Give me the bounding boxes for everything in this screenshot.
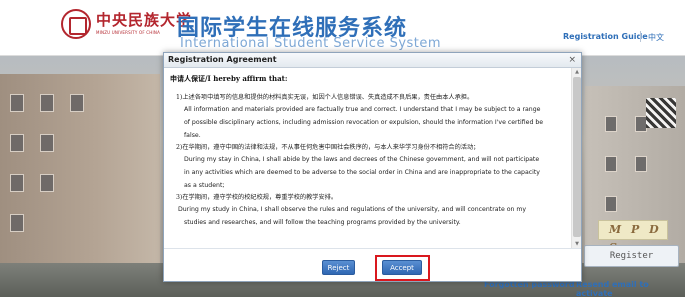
clause-en-line: as a student; (184, 182, 225, 189)
scroll-down-arrow-icon[interactable]: ▼ (573, 240, 581, 248)
dialog-header: Registration Agreement × (164, 53, 581, 68)
language-toggle-link[interactable]: 中文 (648, 32, 664, 43)
building-window (10, 134, 24, 152)
dialog-footer: Reject Accept (164, 248, 581, 281)
registration-agreement-dialog: Registration Agreement × 申请人保证/I hereby … (163, 52, 582, 282)
registration-guide-link[interactable]: Registration Guide (563, 32, 648, 41)
scroll-up-arrow-icon[interactable]: ▲ (573, 68, 581, 76)
clause-en-line: false. (184, 132, 201, 139)
clause-en-line: studies and researches, and will follow … (184, 219, 461, 226)
building-window (40, 174, 54, 192)
building-window (10, 174, 24, 192)
building-window (605, 196, 617, 212)
scroll-thumb[interactable] (573, 77, 581, 237)
agreement-heading: 申请人保证/I hereby affirm that: (170, 74, 288, 83)
close-icon[interactable]: × (568, 54, 576, 66)
building-window (70, 94, 84, 112)
university-seal-icon (61, 9, 91, 39)
reject-button[interactable]: Reject (322, 260, 355, 275)
building-window (40, 94, 54, 112)
clause-cn: 2)在华期间，遵守中国的法律和法规，不从事任何危害中国社会秩序的，与本人来华学习… (176, 144, 480, 151)
clause-cn: 3)在学期间，遵守学校的校纪校规，尊重学校的教学安排。 (176, 194, 338, 201)
clause-en-line: of possible disciplinary actions, includ… (184, 119, 544, 126)
accept-button[interactable]: Accept (382, 260, 422, 275)
dialog-title: Registration Agreement (168, 55, 277, 64)
clause-en-line: During my study in China, I shall observ… (178, 206, 527, 213)
system-title-en: International Student Service System (180, 36, 442, 51)
resend-activation-link[interactable]: Resend email to activate (576, 280, 685, 297)
clause-cn: 1)上述各项中填写的信息和提供的材料真实无误，如因个人信息错误、失真造成不良后果… (176, 94, 474, 101)
building-window (10, 214, 24, 232)
captcha-image[interactable]: M P D S (598, 220, 668, 254)
clause-en-line: During my stay in China, I shall abide b… (184, 156, 540, 163)
building-window (635, 156, 647, 172)
building-left (0, 74, 160, 274)
building-window (605, 116, 617, 132)
top-header: 中央民族大学 MINZU UNIVERSITY OF CHINA 国际学生在线服… (0, 0, 685, 56)
building-window (10, 94, 24, 112)
building-window (40, 134, 54, 152)
clause-en-line: All information and materials provided a… (184, 106, 541, 113)
university-name-en: MINZU UNIVERSITY OF CHINA (96, 30, 161, 35)
clause-en-line: in any activities which are deemed to be… (184, 169, 540, 176)
agreement-text-area: 申请人保证/I hereby affirm that: 1)上述各项中填写的信息… (164, 68, 571, 248)
agreement-scrollbar[interactable]: ▲ ▼ (571, 68, 581, 248)
register-button[interactable]: Register (584, 245, 679, 267)
building-window (605, 156, 617, 172)
header-divider (640, 31, 641, 42)
qr-code-fragment (646, 98, 676, 128)
